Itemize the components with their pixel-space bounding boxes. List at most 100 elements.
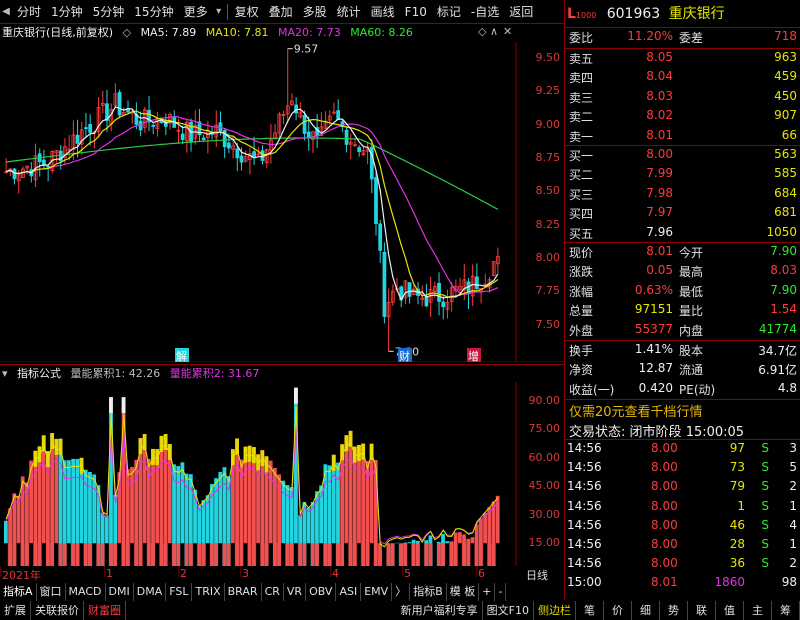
indicator-dropdown-icon[interactable]: ▾ (2, 367, 8, 380)
indicator-tab-15[interactable]: 模 板 (447, 583, 480, 601)
bid-row[interactable]: 买二 7.99 585 (565, 166, 800, 185)
stat-label: 股本 (679, 344, 704, 358)
ask-row[interactable]: 卖三 8.03 450 (565, 89, 800, 108)
base-bar (67, 543, 71, 566)
indicator-toggle-icon[interactable]: ◇ (478, 25, 486, 38)
ask-row[interactable]: 卖二 8.02 907 (565, 108, 800, 127)
tool-btn-4[interactable]: 画线 (366, 0, 400, 24)
chart-close-icon[interactable]: ✕ (503, 25, 512, 38)
tool-btn-3[interactable]: 统计 (332, 0, 366, 24)
indicator-tab-12[interactable]: EMV (361, 583, 393, 601)
panel-tab-1[interactable]: 价 (604, 601, 632, 620)
bid-row[interactable]: 买五 7.96 1050 (565, 225, 800, 244)
level-price: 8.02 (646, 108, 673, 123)
tool-btn-8[interactable]: 返回 (504, 0, 538, 24)
indicator-tab-9[interactable]: VR (284, 583, 307, 601)
tool-btn-0[interactable]: 复权 (230, 0, 264, 24)
stat-value: 7.90 (770, 282, 797, 297)
candle-body (424, 295, 429, 307)
stat-value: 0.420 (638, 380, 673, 395)
tool-btn-2[interactable]: 多股 (298, 0, 332, 24)
candle-body (475, 276, 479, 290)
panel-tab-3[interactable]: 势 (660, 601, 688, 620)
period-btn-2[interactable]: 5分钟 (88, 0, 130, 24)
legend-settings-icon[interactable]: ◇ (123, 26, 131, 39)
bid-row[interactable]: 买四 7.97 681 (565, 205, 800, 224)
bottom-link-2[interactable]: 侧边栏 (534, 601, 576, 620)
ask-row[interactable]: 卖四 8.04 459 (565, 69, 800, 88)
date-tick-mark: | (103, 564, 107, 577)
date-tick-mark: | (475, 564, 479, 577)
indicator-tab-0[interactable]: 指标A (0, 583, 37, 601)
base-bar (172, 543, 176, 566)
date-tick: 4 (332, 567, 339, 580)
bottom-tab-2[interactable]: 财富圈 (84, 601, 126, 620)
base-bar (453, 543, 458, 566)
chart-collapse-icon[interactable]: ∧ (490, 25, 498, 38)
period-btn-3[interactable]: 15分钟 (129, 0, 178, 24)
panel-tab-2[interactable]: 细 (632, 601, 660, 620)
panel-tab-7[interactable]: 筹 (772, 601, 800, 620)
base-bar (146, 543, 151, 566)
tool-btn-5[interactable]: F10 (400, 0, 432, 24)
period-btn-4[interactable]: 更多 (179, 0, 213, 24)
bid-row[interactable]: 买三 7.98 684 (565, 186, 800, 205)
price-tick: 8.50 (535, 184, 561, 198)
period-btn-1[interactable]: 1分钟 (46, 0, 88, 24)
base-bar (470, 543, 475, 566)
panel-divider (565, 340, 800, 341)
base-bar (336, 543, 340, 566)
ask-row[interactable]: 卖五 8.05 963 (565, 50, 800, 69)
tool-btn-1[interactable]: 叠加 (264, 0, 298, 24)
toolbar-scroll-left-icon[interactable]: ◀ (0, 6, 12, 17)
bid-row[interactable]: 买一 8.00 563 (565, 147, 800, 166)
indicator-tab-13[interactable]: 〉 (392, 583, 411, 601)
indicator-tab-1[interactable]: 窗口 (37, 583, 66, 601)
indicator-tab-3[interactable]: DMI (106, 583, 134, 601)
period-btn-0[interactable]: 分时 (12, 0, 46, 24)
base-bar (403, 543, 408, 566)
indicator-tab-6[interactable]: TRIX (192, 583, 225, 601)
indicator-tab-10[interactable]: OBV (306, 583, 337, 601)
dropdown-icon[interactable]: ▾ (213, 6, 225, 17)
kline-chart[interactable]: 9.577.30解财增 (0, 42, 564, 362)
bottom-link-0[interactable]: 新用户福利专享 (397, 601, 483, 620)
indicator-tab-11[interactable]: ASI (336, 583, 362, 601)
bottom-link-1[interactable]: 图文F10 (483, 601, 534, 620)
panel-tab-4[interactable]: 联 (688, 601, 716, 620)
level-volume: 459 (774, 69, 797, 84)
tool-btn-6[interactable]: 标记 (432, 0, 466, 24)
ask-row[interactable]: 卖一 8.01 66 (565, 128, 800, 147)
candle-body (437, 282, 441, 302)
panel-tab-5[interactable]: 值 (716, 601, 744, 620)
base-bar (121, 543, 126, 566)
panel-tab-0[interactable]: 笔 (576, 601, 604, 620)
panel-tab-6[interactable]: 主 (744, 601, 772, 620)
trade-price: 8.00 (651, 556, 678, 571)
indicator-tab-5[interactable]: FSL (166, 583, 193, 601)
indicator-tab-7[interactable]: BRAR (225, 583, 262, 601)
volume-indicator-chart[interactable] (0, 382, 564, 566)
order-diff-label: 委差 (679, 31, 704, 45)
base-bar (222, 543, 227, 566)
indicator-tab-16[interactable]: + (479, 583, 496, 601)
indicator-tab-17[interactable]: - (495, 583, 507, 601)
indicator-tab-14[interactable]: 指标B (410, 583, 447, 601)
base-bar (273, 543, 277, 566)
bottom-tab-0[interactable]: 扩展 (0, 601, 31, 620)
level-label: 卖二 (569, 110, 594, 125)
tool-btn-7[interactable]: -自选 (466, 0, 504, 24)
period-label[interactable]: 日线 (526, 567, 548, 583)
level2-badge: L (567, 6, 576, 22)
indicator-tabs: 指标A 窗口 MACD DMI DMA FSL TRIX BRAR CR VR OBV ASI EMV 〉… (0, 583, 564, 601)
level-label: 卖四 (569, 71, 594, 86)
base-bar (399, 543, 403, 566)
indicator-tab-4[interactable]: DMA (134, 583, 167, 601)
promo-link[interactable]: 仅需20元查看千档行情 (569, 401, 703, 420)
panel-divider (565, 242, 800, 243)
indicator-tab-8[interactable]: CR (262, 583, 284, 601)
candle-body (227, 142, 231, 149)
bottom-tab-1[interactable]: 关联报价 (31, 601, 84, 620)
candle-body (302, 115, 307, 134)
indicator-tab-2[interactable]: MACD (66, 583, 106, 601)
